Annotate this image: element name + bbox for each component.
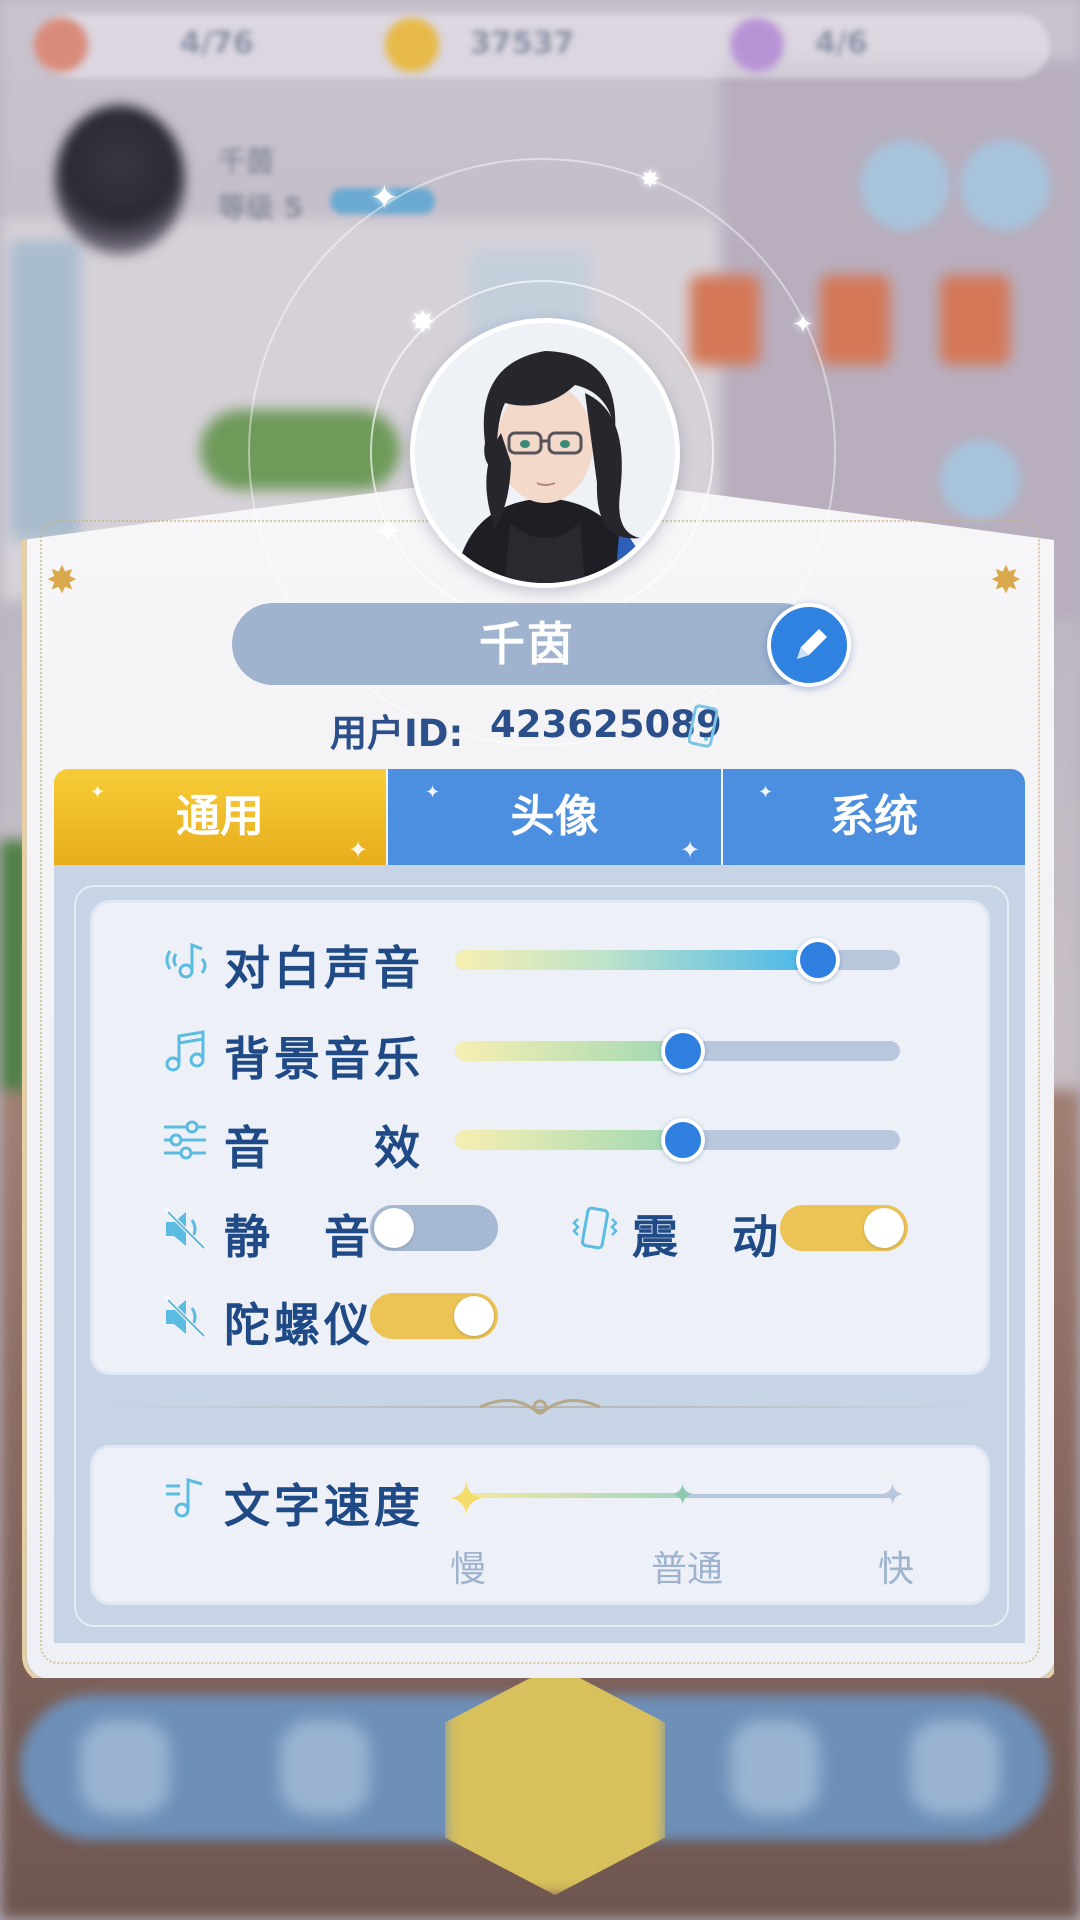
text-speed-fast-marker[interactable]: ✦ [880,1478,905,1513]
mute-toggle[interactable] [370,1205,498,1251]
ticket-icon [730,18,784,72]
music-note-icon [162,1028,208,1074]
vibrate-toggle-knob [864,1208,904,1248]
nav-item-blur [910,1720,1000,1815]
username-text: 千茵 [479,617,575,671]
tab-sparkle-icon: ✦ [425,782,441,803]
bgm-volume-knob[interactable] [661,1029,705,1073]
vibrate-toggle[interactable] [780,1205,908,1251]
tab-sparkle-icon: ✦ [90,782,106,803]
sfx-volume-knob[interactable] [661,1118,705,1162]
avatar-portrait [415,323,675,583]
sfx-volume-fill [455,1130,683,1150]
tab-sparkle-icon: ✦ [348,836,369,864]
gyroscope-toggle-knob [454,1296,494,1336]
sparkle-icon: ✦ [370,178,399,218]
equalizer-icon [162,1117,208,1163]
player-avatar[interactable] [410,318,680,588]
coin-count: 37537 [470,26,575,61]
divider-ornament-icon [479,1399,601,1415]
header-avatar [55,105,185,255]
dialogue-volume-knob[interactable] [796,938,840,982]
nav-item-blur [730,1720,820,1815]
background-round-button [940,440,1020,520]
nav-item-blur [80,1720,170,1815]
speaker-mute-icon [162,1294,208,1340]
gyroscope-label: 陀螺仪 [224,1298,374,1352]
bgm-volume-label: 背景音乐 [224,1032,424,1086]
coin-icon [385,18,439,72]
text-speed-label: 文字速度 [224,1479,424,1533]
mute-label: 静 音 [224,1210,374,1264]
energy-count: 4/76 [180,26,254,61]
corner-ornament-icon: ✸ [46,558,78,602]
sparkle-icon: ✦ [374,512,403,552]
text-speed-fill [465,1493,685,1498]
text-speed-option-normal[interactable]: 普通 [651,1540,723,1592]
gyroscope-toggle[interactable] [370,1293,498,1339]
mute-toggle-knob [374,1208,414,1248]
dialogue-volume-fill [455,950,818,970]
header-level: 等级 5 [218,191,304,224]
text-speed-option-fast[interactable]: 快 [878,1540,914,1592]
background-sign [820,275,890,365]
dialogue-volume-label: 对白声音 [224,941,424,995]
bgm-volume-fill [455,1041,683,1061]
sparkle-icon: ✸ [640,165,661,193]
background-sign [940,275,1010,365]
sparkle-icon: ✦ [792,310,814,340]
pencil-icon [797,629,827,659]
sparkle-icon: ✸ [410,305,436,340]
text-speed-option-slow[interactable]: 慢 [450,1540,486,1592]
speaker-mute-icon [162,1206,208,1252]
nav-item-blur [280,1720,370,1815]
edit-name-button[interactable] [767,603,851,687]
energy-icon [34,18,88,72]
text-speed-normal-marker[interactable]: ✦ [670,1478,695,1513]
vibrate-label: 震 动 [632,1210,782,1264]
copy-id-phone-icon[interactable] [687,704,719,748]
tab-sparkle-icon: ✦ [680,836,701,864]
header-round-button [860,140,950,230]
header-round-button [960,140,1050,230]
header-name: 千茵 [218,145,275,178]
sfx-volume-label: 音 效 [224,1121,424,1175]
tab-sparkle-icon: ✦ [758,782,774,803]
phone-vibrate-icon [570,1205,618,1251]
user-id-value: 423625089 [490,703,722,746]
corner-ornament-icon: ✸ [990,558,1022,602]
user-id-label: 用户ID: [330,712,464,755]
ticket-count: 4/6 [815,26,868,61]
text-speed-note-icon [162,1474,208,1520]
text-speed-selected-marker[interactable]: ✦ [447,1472,486,1526]
background-window [10,240,80,540]
voice-note-icon [162,937,208,983]
